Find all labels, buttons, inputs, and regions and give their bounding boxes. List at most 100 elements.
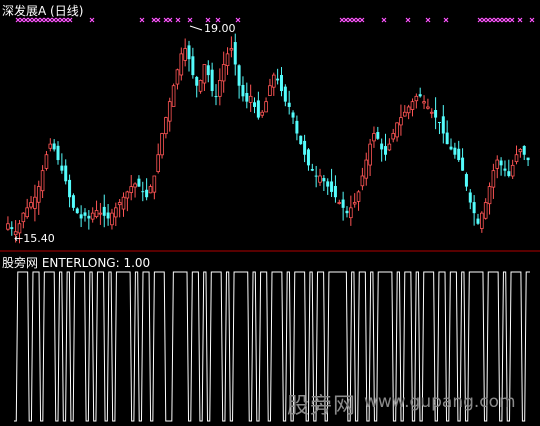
candle-body	[260, 111, 265, 116]
candle-body	[48, 143, 53, 149]
candle-body	[322, 178, 326, 182]
watermark-site: 股旁网	[287, 394, 357, 419]
candle-body	[337, 202, 342, 204]
candle-body	[330, 181, 334, 192]
candle-body	[445, 132, 449, 145]
candle-body	[233, 42, 237, 65]
candle-body	[218, 80, 222, 97]
candle-body	[171, 85, 176, 107]
signal-x-marker	[343, 17, 349, 23]
candle-body	[314, 175, 318, 177]
signal-x-marker	[485, 17, 491, 23]
candle-body	[79, 214, 83, 219]
candle-body	[434, 109, 438, 118]
candle-body	[476, 218, 480, 224]
candle-body	[90, 212, 95, 220]
signal-x-marker	[509, 17, 515, 23]
candle-body	[395, 122, 399, 138]
candle-body	[295, 120, 299, 134]
candle-body	[503, 168, 507, 171]
candle-body	[87, 215, 91, 219]
candle-body	[36, 186, 41, 203]
signal-x-marker	[505, 17, 511, 23]
candle-body	[387, 143, 392, 151]
candle-body	[376, 132, 380, 139]
candle-body	[510, 164, 515, 177]
signal-x-marker	[235, 17, 241, 23]
candle-body	[248, 95, 253, 103]
candle-body	[202, 64, 207, 84]
candle-body	[399, 117, 403, 126]
signal-x-marker	[405, 17, 411, 23]
candle-body	[129, 186, 134, 193]
candle-body	[364, 159, 369, 179]
candle-body	[380, 143, 384, 150]
candle-body	[326, 181, 330, 187]
candle-body	[310, 169, 314, 171]
candle-body	[391, 133, 396, 140]
candle-body	[522, 146, 526, 155]
candle-body	[206, 65, 210, 76]
candle-body	[491, 170, 496, 188]
candle-body	[148, 186, 153, 194]
candle-body	[195, 76, 199, 86]
candle-body	[268, 85, 272, 96]
candle-body	[287, 102, 291, 107]
candle-body	[402, 111, 407, 117]
candle-body	[437, 121, 441, 123]
candle-body	[10, 227, 14, 230]
candle-body	[145, 189, 149, 198]
signal-x-marker	[489, 17, 495, 23]
high-price-label: 19.00	[204, 22, 236, 35]
candle-body	[29, 202, 33, 208]
candle-body	[175, 69, 180, 85]
candle-body	[384, 146, 388, 155]
signal-x-marker	[359, 17, 365, 23]
candle-body	[21, 212, 26, 223]
candle-body	[198, 80, 203, 92]
candle-body	[483, 202, 488, 219]
candle-body	[303, 140, 307, 155]
candle-body	[271, 74, 276, 88]
candle-body	[221, 64, 226, 82]
signal-x-marker	[139, 17, 145, 23]
candle-body	[114, 207, 118, 218]
candle-body	[352, 202, 357, 205]
candle-body	[229, 48, 234, 51]
candle-body	[152, 175, 157, 193]
signal-x-marker	[477, 17, 483, 23]
candle-body	[291, 112, 295, 118]
signal-x-marker	[175, 17, 181, 23]
signal-x-marker	[167, 17, 173, 23]
candle-body	[507, 171, 511, 176]
candle-body	[110, 212, 114, 226]
candle-body	[137, 178, 141, 187]
candle-body	[64, 165, 68, 182]
candle-body	[345, 210, 349, 214]
low-price-label: ←15.40	[14, 232, 55, 245]
candle-body	[480, 212, 484, 229]
signal-x-marker	[493, 17, 499, 23]
candle-body	[253, 102, 257, 107]
candle-body	[241, 84, 245, 97]
candle-body	[333, 185, 337, 198]
candle-body	[406, 106, 411, 114]
candle-body	[141, 191, 145, 193]
candle-body	[187, 45, 191, 60]
candle-body	[191, 56, 195, 76]
candle-body	[457, 148, 461, 161]
candle-body	[121, 196, 126, 210]
candle-body	[449, 146, 453, 150]
candle-body	[183, 48, 187, 61]
candle-body	[245, 93, 249, 102]
candle-body	[372, 133, 376, 142]
candle-body	[33, 196, 37, 209]
candle-body	[125, 191, 130, 199]
candle-body	[117, 202, 122, 206]
signal-x-marker	[443, 17, 449, 23]
candle-body	[495, 159, 500, 169]
candle-body	[429, 111, 434, 114]
signal-x-marker	[517, 17, 523, 23]
candle-body	[6, 223, 10, 230]
candle-body	[487, 186, 492, 205]
